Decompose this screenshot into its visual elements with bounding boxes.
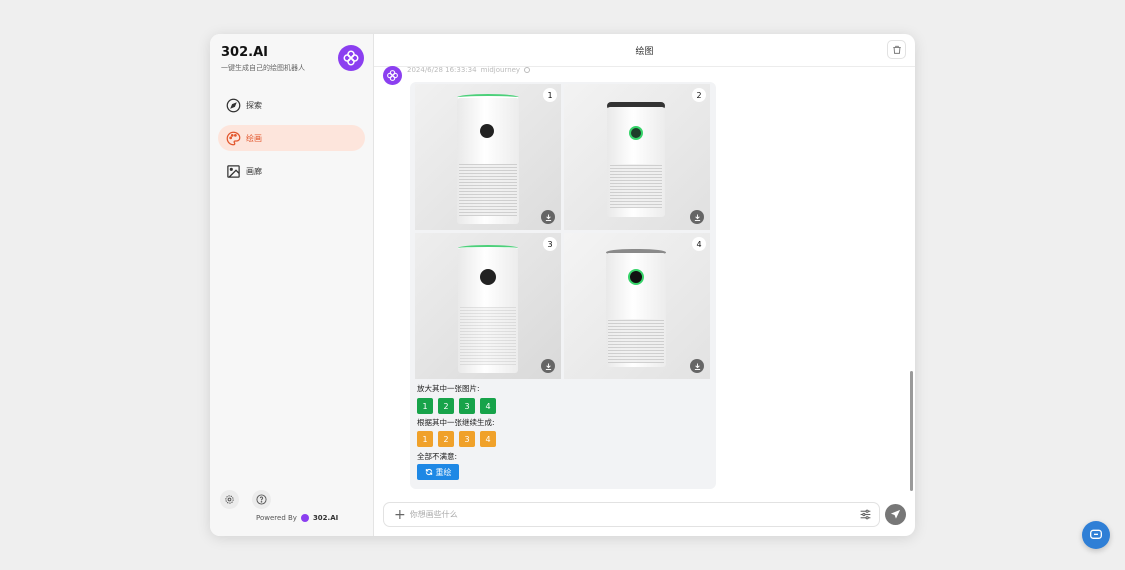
chat-support-button[interactable] [1082,521,1110,549]
powered-by-brand: 302.AI [312,514,339,522]
bot-avatar-icon [387,70,398,81]
compass-icon [225,97,241,113]
settings-button[interactable] [220,490,239,509]
download-button[interactable] [541,359,555,373]
palette-icon [225,130,241,146]
upscale-button[interactable]: 2 [438,398,454,414]
image-number: 2 [692,88,706,102]
sidebar: 302.AI 一键生成自己的绘图机器人 探索 绘画 画廊 Powered By … [210,34,374,536]
help-button[interactable] [252,490,271,509]
generated-image[interactable]: 2 [564,84,710,230]
download-icon [694,214,700,221]
brand-subtitle: 一键生成自己的绘图机器人 [221,64,305,72]
redraw-label: 重绘 [435,467,452,477]
download-icon [545,214,551,221]
refresh-icon [425,468,432,476]
message-model: midjourney [480,66,521,74]
redraw-button[interactable]: 重绘 [417,464,459,480]
chat-icon [1090,529,1102,539]
brand: 302.AI 一键生成自己的绘图机器人 [221,45,305,73]
status-ring-icon [524,67,531,73]
unsatisfied-label: 全部不满意: [417,452,458,461]
add-attachment-icon[interactable]: + [394,508,406,522]
image-number: 1 [543,88,557,102]
download-button[interactable] [690,359,704,373]
help-icon [256,494,267,505]
scrollbar[interactable] [910,371,913,491]
send-icon [890,509,901,519]
powered-by-text: Powered By [256,514,297,522]
sidebar-item-draw[interactable]: 绘画 [218,125,365,151]
settings-icon [225,495,234,504]
variation-button[interactable]: 3 [459,431,475,447]
sidebar-item-label: 探索 [246,100,262,110]
sidebar-item-explore[interactable]: 探索 [218,92,365,118]
message-timestamp: 2024/6/28 16:33:34 [407,66,477,74]
prompt-input-box: + [383,502,880,527]
sidebar-item-label: 绘画 [246,133,262,143]
options-icon[interactable] [859,508,872,521]
message-meta: 2024/6/28 16:33:34 midjourney [407,66,531,74]
image-number: 4 [692,237,706,251]
message-bubble: 1 2 3 4 放大其中一张图片: 1 2 3 4 根据其中一张继续生成: 1 … [410,82,716,489]
app-window: 302.AI 一键生成自己的绘图机器人 探索 绘画 画廊 Powered By … [210,34,915,536]
clear-chat-button[interactable] [887,40,906,59]
upscale-label: 放大其中一张图片: [417,384,480,393]
image-icon [225,163,241,179]
variation-button[interactable]: 2 [438,431,454,447]
page-title: 绘图 [635,46,654,57]
bot-avatar [383,66,402,85]
trash-icon [892,45,901,54]
sidebar-bottom-actions [220,490,271,509]
main-panel: 绘图 2024/6/28 16:33:34 midjourney 1 2 3 4… [374,34,915,536]
download-button[interactable] [541,210,555,224]
variation-button[interactable]: 4 [480,431,496,447]
download-icon [545,363,551,370]
generated-image[interactable]: 4 [564,233,710,379]
brand-title: 302.AI [221,45,268,60]
generated-image[interactable]: 3 [415,233,561,379]
sidebar-item-label: 画廊 [246,166,262,176]
image-number: 3 [543,237,557,251]
powered-by: Powered By 302.AI [256,514,338,522]
variation-buttons: 1 2 3 4 [417,431,496,447]
upscale-buttons: 1 2 3 4 [417,398,496,414]
brand-logo-icon [338,45,364,71]
download-icon [694,363,700,370]
sidebar-item-gallery[interactable]: 画廊 [218,158,365,184]
variation-button[interactable]: 1 [417,431,433,447]
download-button[interactable] [690,210,704,224]
upscale-button[interactable]: 4 [480,398,496,414]
generated-image[interactable]: 1 [415,84,561,230]
sidebar-nav: 探索 绘画 画廊 [218,92,365,191]
upscale-button[interactable]: 1 [417,398,433,414]
send-button[interactable] [885,504,906,525]
mini-logo-icon [300,514,309,522]
header: 绘图 [374,34,915,67]
upscale-button[interactable]: 3 [459,398,475,414]
variation-label: 根据其中一张继续生成: [417,418,495,427]
prompt-input[interactable] [409,510,859,519]
